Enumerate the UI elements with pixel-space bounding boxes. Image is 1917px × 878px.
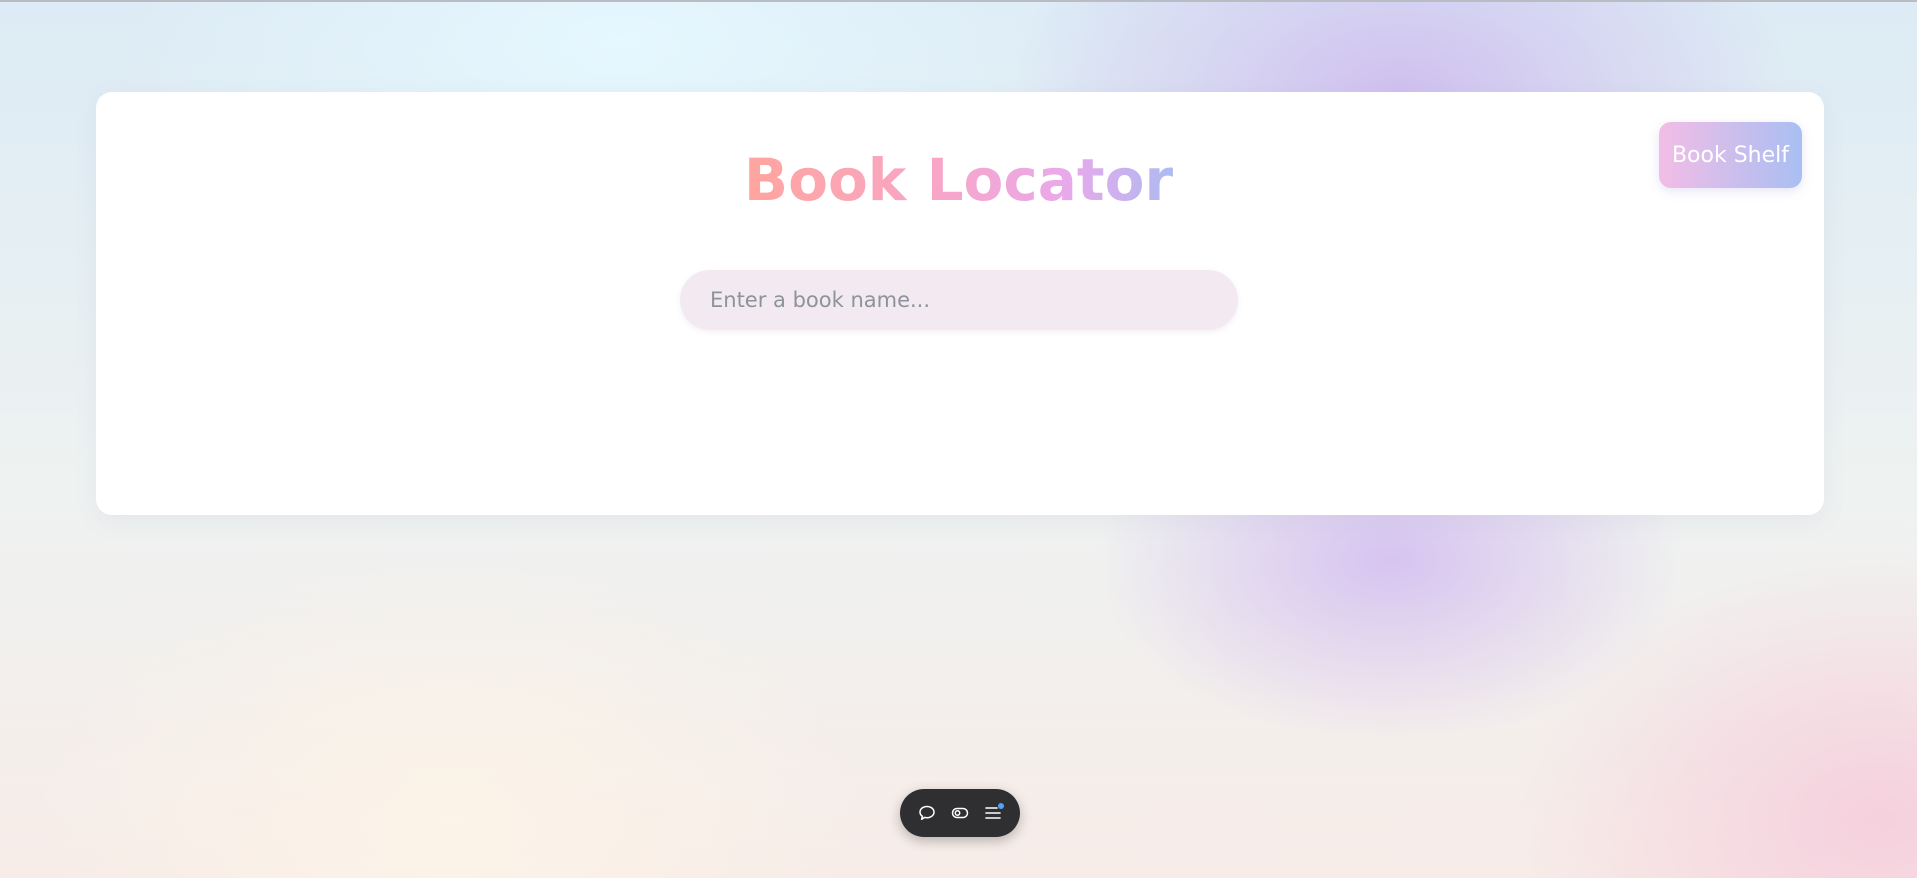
chat-button[interactable] [912,798,942,828]
chat-bubble-icon [917,803,937,823]
toggle-button[interactable] [945,798,975,828]
floating-toolbar [900,789,1020,837]
menu-button[interactable] [978,798,1008,828]
page-title-text: Book Locator [743,146,1174,214]
book-shelf-button[interactable]: Book Shelf [1659,122,1802,188]
book-search-input[interactable] [680,270,1238,330]
toggle-icon [950,803,970,823]
page-title: Book Locator [0,140,1917,220]
window-top-border [0,0,1917,2]
notification-dot [998,803,1005,809]
